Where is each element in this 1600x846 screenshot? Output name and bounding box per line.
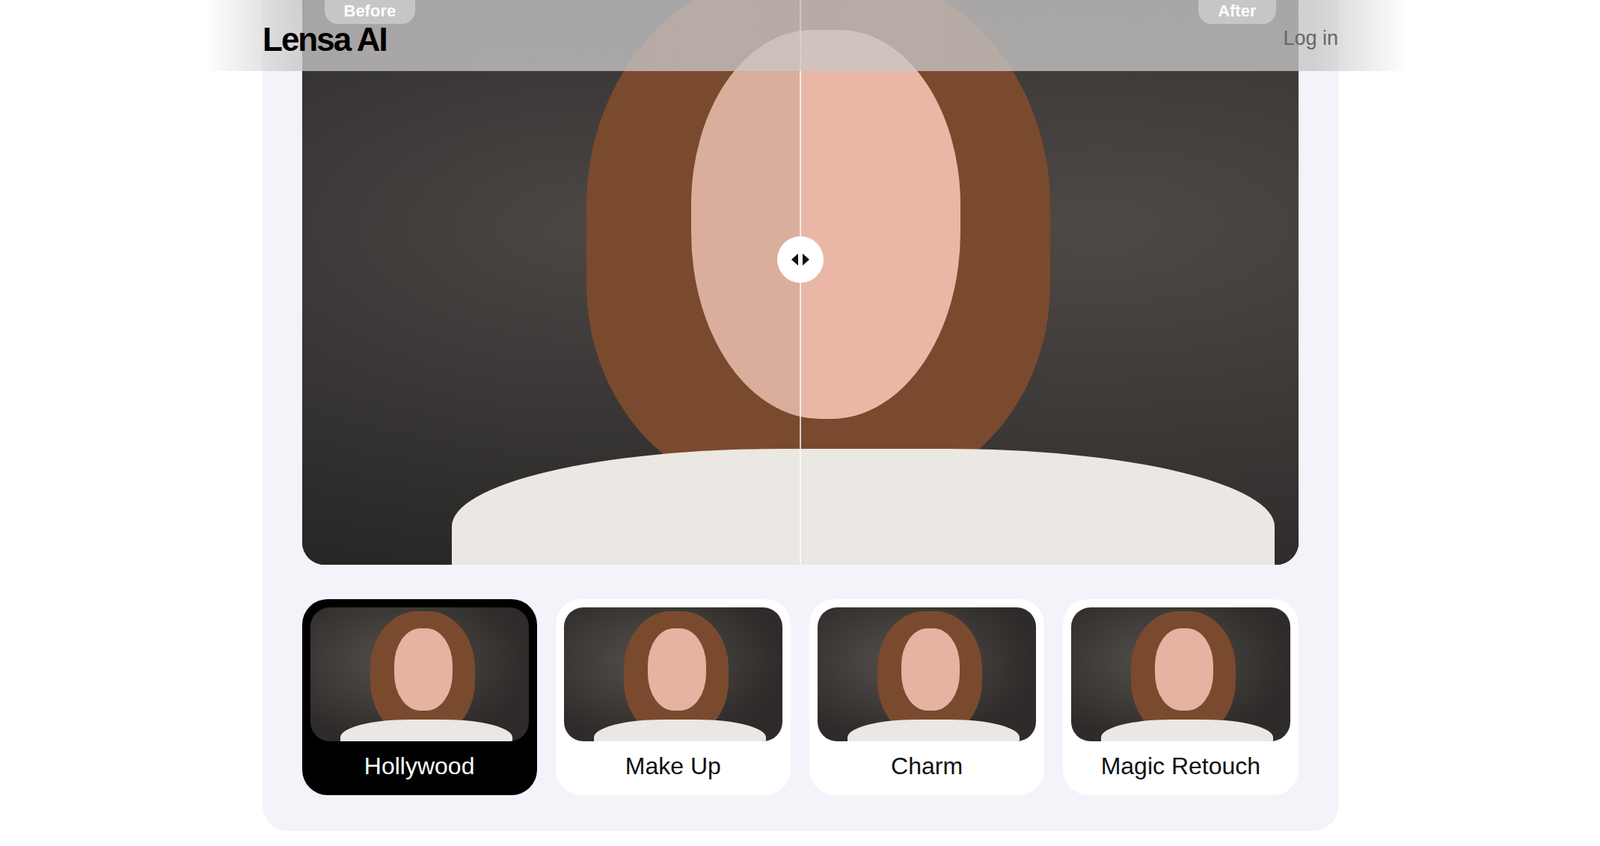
sweater-shape: [847, 719, 1020, 742]
face-shape: [901, 628, 960, 711]
comparison-photo: Before After: [302, 0, 1299, 565]
style-label: Make Up: [564, 750, 783, 782]
style-thumbnail: [310, 607, 529, 742]
style-thumbnail: [1071, 607, 1290, 742]
page: Lensa AILog inBeforeAfterHollywoodMake U…: [0, 0, 1600, 846]
face-shape: [1154, 628, 1214, 711]
sweater-shape: [340, 719, 513, 742]
style-thumbnail: [817, 607, 1036, 742]
slider-handle-icon[interactable]: [776, 235, 825, 284]
style-label: Magic Retouch: [1071, 750, 1290, 782]
editor-panel: Before After Hollywood Make Up Charm Magic Re…: [262, 0, 1339, 832]
after-image-content: [800, 0, 1299, 565]
style-card[interactable]: Make Up: [555, 599, 791, 796]
style-card[interactable]: Hollywood: [302, 599, 538, 796]
after-label: After: [1198, 0, 1276, 24]
style-card[interactable]: Charm: [809, 599, 1045, 796]
face-shape: [647, 628, 707, 711]
style-label: Charm: [817, 750, 1036, 782]
sweater-shape: [593, 719, 766, 742]
sweater-shape: [800, 448, 1275, 565]
style-list: Hollywood Make Up Charm Magic Retouch: [302, 599, 1299, 796]
style-label: Hollywood: [310, 750, 529, 782]
style-card[interactable]: Magic Retouch: [1062, 599, 1298, 796]
after-image: [800, 0, 1299, 565]
before-label: Before: [324, 0, 416, 24]
style-thumbnail: [564, 607, 783, 742]
face-shape: [394, 628, 453, 711]
sweater-shape: [1101, 719, 1274, 742]
login-link[interactable]: Log in: [1282, 20, 1339, 51]
